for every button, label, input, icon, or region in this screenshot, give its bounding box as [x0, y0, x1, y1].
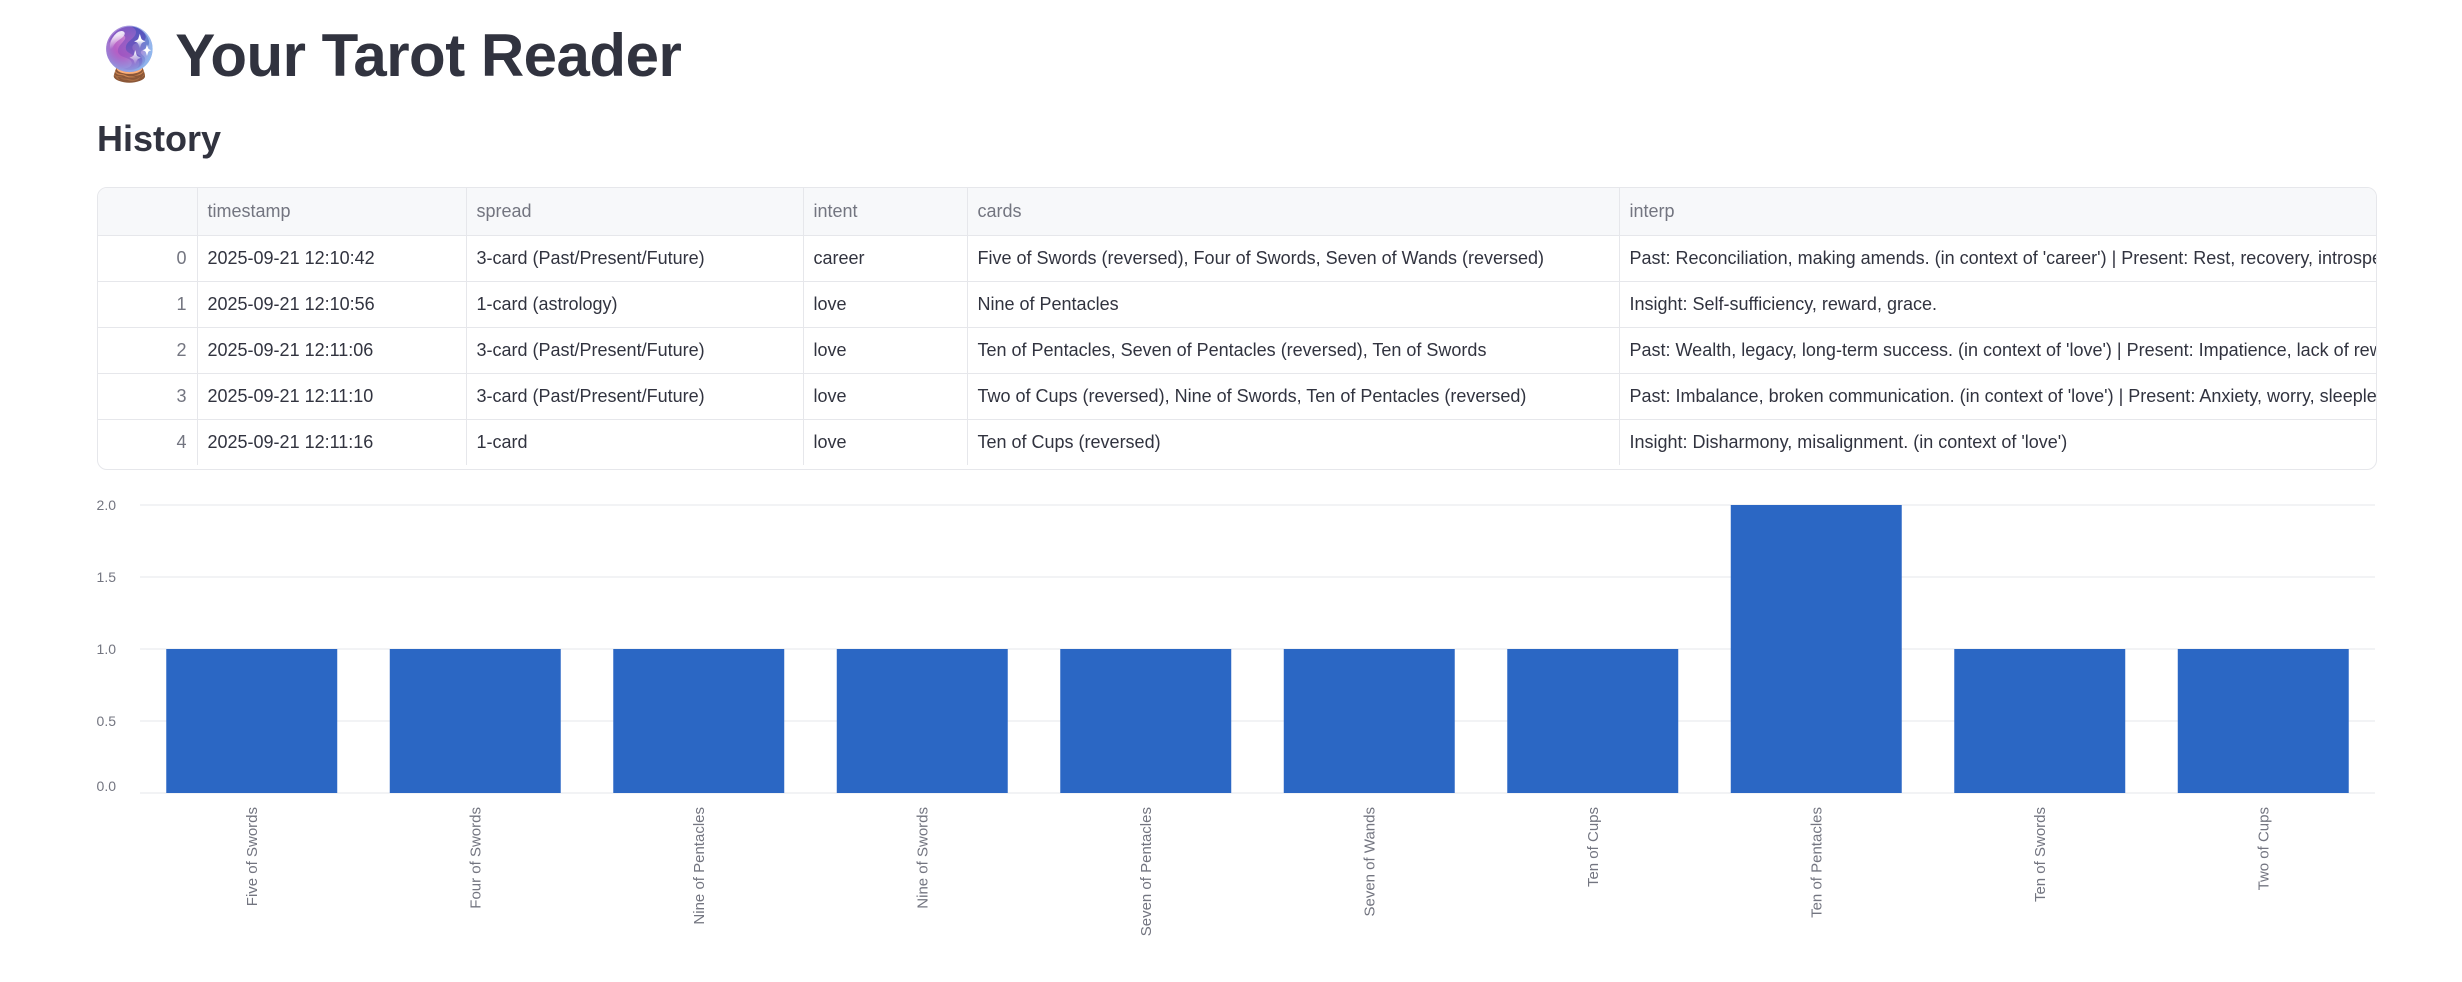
- cards-cell[interactable]: Ten of Pentacles, Seven of Pentacles (re…: [967, 327, 1620, 374]
- page-title-text: Your Tarot Reader: [175, 21, 682, 89]
- history-heading: History: [97, 118, 222, 159]
- timestamp-cell[interactable]: 2025-09-21 12:11:16: [197, 419, 467, 465]
- crystal-ball-icon: 🔮: [97, 26, 162, 84]
- bar: [836, 649, 1008, 793]
- bar: [1507, 649, 1679, 793]
- bar: [2177, 649, 2349, 793]
- y-tick-label: 1.5: [97, 569, 116, 585]
- x-tick-label: Nine of Swords: [914, 807, 931, 909]
- bar: [613, 649, 785, 793]
- y-tick-label: 0.0: [97, 778, 116, 794]
- table-header-row: timestamp spread intent cards interp: [98, 188, 2376, 236]
- x-tick-label: Two of Cups: [2255, 807, 2272, 890]
- bar: [389, 649, 561, 793]
- x-tick-label: Seven of Pentacles: [1138, 807, 1155, 936]
- table-row[interactable]: 1 2025-09-21 12:10:56 1-card (astrology)…: [98, 281, 2376, 328]
- interp-cell[interactable]: Insight: Disharmony, misalignment. (in c…: [1619, 419, 2376, 465]
- column-header-cards[interactable]: cards: [967, 188, 1620, 236]
- bar-chart-svg[interactable]: 0.0 0.5 1.0 1.5 2.0 Five of Swords Four of Swo…: [97, 495, 2375, 955]
- y-tick-label: 2.0: [97, 497, 116, 513]
- table-row[interactable]: 3 2025-09-21 12:11:10 3-card (Past/Prese…: [98, 373, 2376, 420]
- x-tick-label: Ten of Cups: [1585, 807, 1602, 887]
- timestamp-cell[interactable]: 2025-09-21 12:11:06: [197, 327, 467, 374]
- timestamp-cell[interactable]: 2025-09-21 12:10:56: [197, 281, 467, 328]
- intent-cell[interactable]: love: [803, 373, 968, 420]
- timestamp-cell[interactable]: 2025-09-21 12:10:42: [197, 235, 467, 282]
- table-row[interactable]: 0 2025-09-21 12:10:42 3-card (Past/Prese…: [98, 235, 2376, 282]
- row-index-cell[interactable]: 4: [98, 419, 198, 465]
- x-tick-label: Nine of Pentacles: [691, 807, 708, 925]
- column-header-interp[interactable]: interp: [1619, 188, 2376, 236]
- x-tick-label: Five of Swords: [244, 807, 261, 906]
- interp-cell[interactable]: Past: Wealth, legacy, long-term success.…: [1619, 327, 2376, 374]
- y-tick-label: 0.5: [97, 713, 116, 729]
- row-index-cell[interactable]: 3: [98, 373, 198, 420]
- x-tick-label: Ten of Swords: [2032, 807, 2049, 902]
- spread-cell[interactable]: 1-card (astrology): [466, 281, 804, 328]
- spread-cell[interactable]: 3-card (Past/Present/Future): [466, 235, 804, 282]
- bar: [166, 649, 338, 793]
- table-row[interactable]: 2 2025-09-21 12:11:06 3-card (Past/Prese…: [98, 327, 2376, 374]
- y-tick-label: 1.0: [97, 641, 116, 657]
- column-header-timestamp[interactable]: timestamp: [197, 188, 467, 236]
- x-tick-label: Seven of Wands: [1361, 807, 1378, 917]
- timestamp-cell[interactable]: 2025-09-21 12:11:10: [197, 373, 467, 420]
- column-header-intent[interactable]: intent: [803, 188, 968, 236]
- intent-cell[interactable]: career: [803, 235, 968, 282]
- column-header-index[interactable]: [98, 188, 198, 236]
- row-index-cell[interactable]: 0: [98, 235, 198, 282]
- intent-cell[interactable]: love: [803, 327, 968, 374]
- bar: [1730, 505, 1902, 793]
- bar: [1060, 649, 1232, 793]
- bar: [1283, 649, 1455, 793]
- card-frequency-chart[interactable]: 0.0 0.5 1.0 1.5 2.0 Five of Swords Four of Swo…: [97, 495, 2375, 960]
- spread-cell[interactable]: 1-card: [466, 419, 804, 465]
- x-tick-label: Ten of Pentacles: [1808, 807, 1825, 918]
- intent-cell[interactable]: love: [803, 281, 968, 328]
- row-index-cell[interactable]: 2: [98, 327, 198, 374]
- intent-cell[interactable]: love: [803, 419, 968, 465]
- interp-cell[interactable]: Past: Reconciliation, making amends. (in…: [1619, 235, 2376, 282]
- spread-cell[interactable]: 3-card (Past/Present/Future): [466, 373, 804, 420]
- history-table[interactable]: timestamp spread intent cards interp 0 2…: [97, 187, 2377, 470]
- cards-cell[interactable]: Five of Swords (reversed), Four of Sword…: [967, 235, 1620, 282]
- interp-cell[interactable]: Insight: Self-sufficiency, reward, grace…: [1619, 281, 2376, 328]
- x-tick-label: Four of Swords: [467, 807, 484, 909]
- column-header-spread[interactable]: spread: [466, 188, 804, 236]
- row-index-cell[interactable]: 1: [98, 281, 198, 328]
- cards-cell[interactable]: Two of Cups (reversed), Nine of Swords, …: [967, 373, 1620, 420]
- table-row[interactable]: 4 2025-09-21 12:11:16 1-card love Ten of…: [98, 419, 2376, 465]
- bar: [1954, 649, 2126, 793]
- interp-cell[interactable]: Past: Imbalance, broken communication. (…: [1619, 373, 2376, 420]
- page-title: 🔮 Your Tarot Reader: [97, 18, 682, 92]
- spread-cell[interactable]: 3-card (Past/Present/Future): [466, 327, 804, 374]
- cards-cell[interactable]: Ten of Cups (reversed): [967, 419, 1620, 465]
- cards-cell[interactable]: Nine of Pentacles: [967, 281, 1620, 328]
